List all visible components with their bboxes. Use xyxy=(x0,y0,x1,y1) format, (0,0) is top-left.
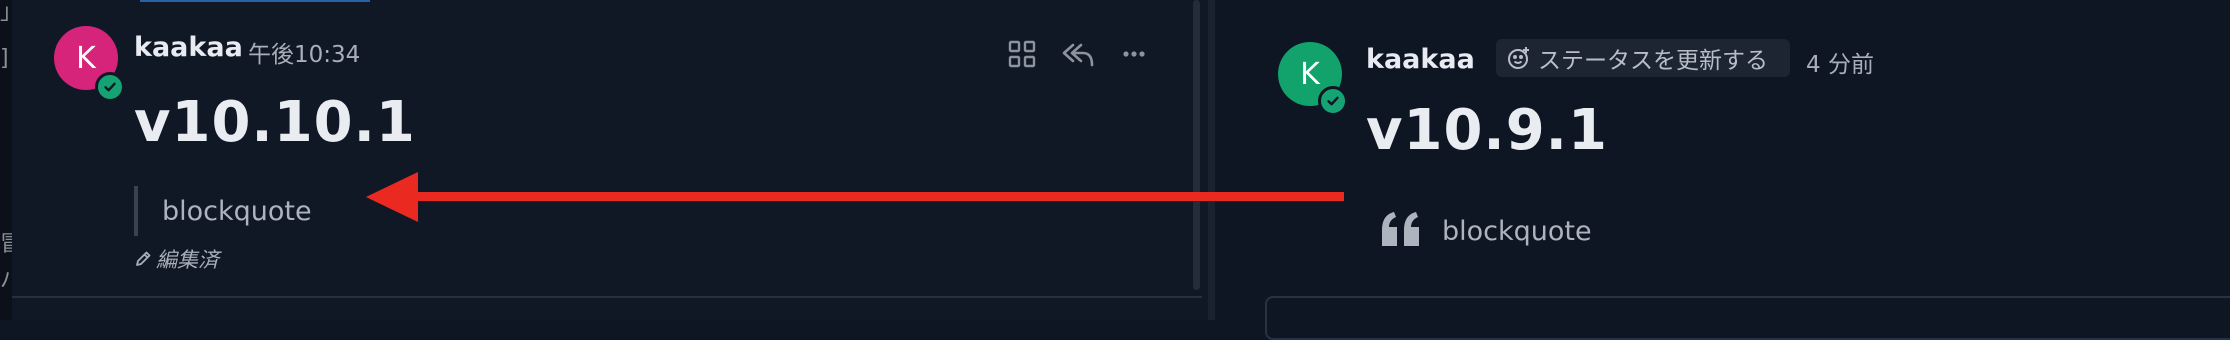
arrow-left-icon xyxy=(366,172,1344,222)
